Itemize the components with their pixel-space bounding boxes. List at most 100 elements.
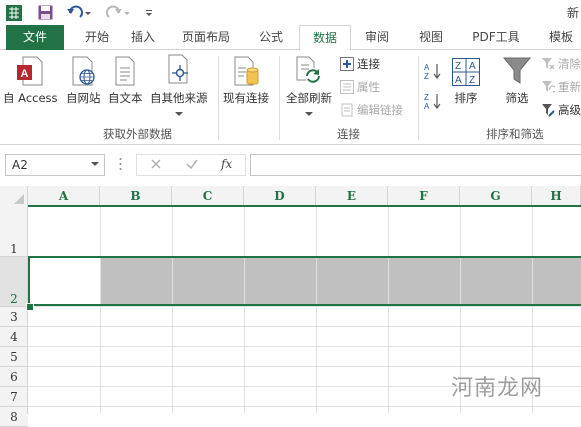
tab-templates[interactable]: 模板 — [540, 25, 581, 50]
reapply-filter-button[interactable]: 重新 — [541, 78, 581, 96]
clear-filter-label: 清除 — [558, 57, 581, 71]
more-options-icon[interactable] — [119, 157, 122, 174]
cancel-icon[interactable] — [150, 158, 162, 173]
existing-connections-button[interactable]: 现有连接 — [223, 54, 269, 106]
sort-button[interactable]: ZAAZ 排序 — [452, 54, 480, 106]
properties-button[interactable]: 属性 — [340, 78, 380, 96]
access-icon: A — [3, 54, 58, 86]
column-header-h[interactable]: H — [532, 186, 581, 207]
from-other-sources-button[interactable]: 自其他来源 — [150, 54, 208, 116]
chevron-down-icon[interactable] — [91, 162, 99, 167]
group-label-sort-filter: 排序和筛选 — [486, 127, 544, 141]
gridline — [28, 346, 581, 347]
tab-home[interactable]: 开始 — [72, 25, 122, 50]
gridline — [28, 366, 581, 367]
name-box[interactable]: A2 — [5, 154, 105, 176]
ribbon-divider — [279, 56, 280, 140]
gridline — [172, 207, 173, 414]
filter-label: 筛选 — [505, 91, 529, 105]
name-box-value: A2 — [12, 158, 28, 172]
row-header-2[interactable]: 2 — [0, 257, 28, 307]
from-text-button[interactable]: 自文本 — [108, 54, 143, 106]
advanced-filter-label: 高级 — [558, 103, 581, 117]
select-all-corner[interactable] — [0, 186, 28, 207]
tab-insert[interactable]: 插入 — [122, 25, 164, 50]
column-header-d[interactable]: D — [244, 186, 316, 207]
chevron-down-icon — [150, 106, 208, 116]
tab-page-layout[interactable]: 页面布局 — [172, 25, 240, 50]
gridline — [244, 207, 245, 414]
edit-links-label: 编辑链接 — [357, 103, 403, 117]
fill-handle[interactable] — [26, 303, 34, 311]
other-sources-icon — [150, 54, 208, 86]
tab-view[interactable]: 视图 — [410, 25, 452, 50]
from-web-button[interactable]: 自网站 — [66, 54, 101, 106]
window-title: 新 — [566, 6, 579, 20]
column-header-e[interactable]: E — [316, 186, 388, 207]
undo-icon[interactable] — [66, 4, 92, 21]
row-header-1[interactable]: 1 — [0, 207, 28, 257]
row-header-4[interactable]: 4 — [0, 327, 28, 347]
gridline — [28, 406, 581, 407]
text-file-icon — [108, 54, 143, 86]
reapply-filter-label: 重新 — [558, 80, 581, 94]
formula-input[interactable] — [250, 154, 581, 176]
refresh-all-button[interactable]: 全部刷新 — [286, 54, 332, 116]
advanced-filter-icon — [542, 104, 555, 117]
tab-pdf-tools[interactable]: PDF工具 — [464, 25, 528, 50]
connections-icon — [340, 57, 354, 71]
column-header-g[interactable]: G — [460, 186, 532, 207]
svg-text:Z: Z — [455, 61, 461, 72]
tab-data[interactable]: 数据 — [299, 25, 351, 51]
tab-review[interactable]: 审阅 — [356, 25, 398, 50]
edit-links-icon — [341, 103, 353, 117]
svg-text:Z: Z — [424, 72, 429, 80]
refresh-icon — [286, 54, 332, 86]
filter-button[interactable]: 筛选 — [503, 54, 531, 106]
ribbon-tabs: 文件 开始 插入 页面布局 公式 数据 审阅 视图 PDF工具 模板 — [0, 25, 581, 51]
column-header-f[interactable]: F — [388, 186, 460, 207]
column-header-a[interactable]: A — [28, 186, 100, 207]
svg-text:A: A — [424, 63, 430, 72]
svg-text:A: A — [469, 61, 476, 72]
app-icon — [6, 4, 22, 21]
sort-grid-icon: ZAAZ — [452, 54, 480, 86]
svg-text:Z: Z — [424, 93, 429, 102]
from-other-sources-label: 自其他来源 — [150, 91, 208, 105]
title-bar: 新 — [0, 0, 581, 25]
from-access-button[interactable]: A 自 Access — [3, 54, 58, 106]
edit-links-button[interactable]: 编辑链接 — [340, 101, 403, 119]
row-header-6[interactable]: 6 — [0, 367, 28, 387]
gridline — [28, 306, 581, 307]
tab-formulas[interactable]: 公式 — [250, 25, 292, 50]
row-header-7[interactable]: 7 — [0, 387, 28, 407]
gridline — [100, 207, 101, 414]
selection-border — [28, 256, 581, 306]
globe-icon — [66, 54, 101, 86]
connections-button[interactable]: 连接 — [340, 55, 380, 73]
sort-descending-button[interactable]: ZA — [424, 92, 442, 110]
ribbon-divider — [218, 56, 219, 140]
row-header-8[interactable]: 8 — [0, 407, 28, 427]
ribbon-divider — [418, 56, 419, 140]
advanced-filter-button[interactable]: 高级 — [541, 101, 581, 119]
from-access-label: 自 Access — [3, 91, 58, 105]
row-header-3[interactable]: 3 — [0, 307, 28, 327]
reapply-filter-icon — [542, 81, 555, 93]
from-web-label: 自网站 — [66, 91, 101, 105]
row-header-5[interactable]: 5 — [0, 347, 28, 367]
group-label-get-external-data: 获取外部数据 — [103, 127, 172, 141]
sort-ascending-button[interactable]: AZ — [424, 62, 442, 80]
redo-icon[interactable] — [105, 4, 131, 21]
gridline — [316, 207, 317, 414]
enter-check-icon[interactable] — [186, 158, 198, 173]
column-header-b[interactable]: B — [100, 186, 172, 207]
ribbon: A 自 Access 自网站 自文本 自其他来源 现有连接 获取外部数据 全部刷… — [0, 50, 581, 145]
clear-filter-button[interactable]: 清除 — [541, 55, 581, 73]
column-header-c[interactable]: C — [172, 186, 244, 207]
insert-function-button[interactable]: fx — [221, 157, 232, 171]
tab-file[interactable]: 文件 — [6, 25, 64, 50]
customize-qat-icon[interactable] — [145, 4, 153, 21]
svg-text:A: A — [21, 68, 29, 80]
save-icon[interactable] — [38, 4, 53, 21]
